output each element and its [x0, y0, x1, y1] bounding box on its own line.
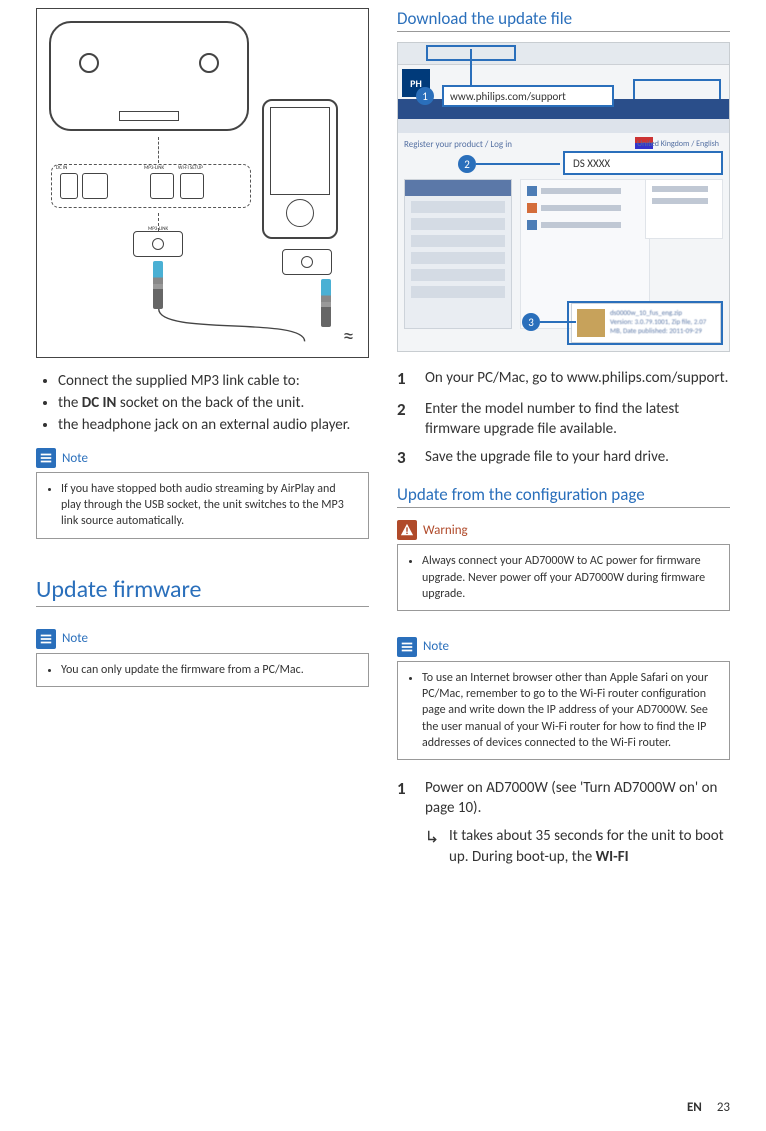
note-title: Note [62, 631, 88, 646]
callout-url: www.philips.com/support [442, 85, 614, 107]
note-mp3-link-auto: Note If you have stopped both audio stre… [36, 448, 369, 539]
note-title: Note [62, 451, 88, 466]
note-text: If you have stopped both audio streaming… [61, 481, 358, 530]
config-step-1: 1 Power on AD7000W (see 'Turn AD7000W on… [397, 778, 730, 819]
region-language-text: United Kingdom / English [637, 139, 719, 149]
footer-lang: EN [687, 1100, 702, 1115]
note-browser-ip: Note To use an Internet browser other th… [397, 637, 730, 760]
update-config-heading: Update from the configuration page [397, 484, 730, 508]
callout-badge-3: 3 [522, 313, 540, 331]
warning-ac-power: Warning Always connect your AD7000W to A… [397, 520, 730, 611]
connect-item-dc-in: the DC IN socket on the back of the unit… [58, 394, 369, 412]
warning-title: Warning [423, 523, 468, 538]
note-text: To use an Internet browser other than Ap… [422, 670, 719, 751]
connect-instructions: Connect the supplied MP3 link cable to: [36, 372, 369, 390]
connect-sublist: the DC IN socket on the back of the unit… [36, 394, 369, 434]
jack-label: MP3-LINK [148, 226, 168, 232]
download-update-heading: Download the update file [397, 8, 730, 32]
update-firmware-heading: Update firmware [36, 575, 369, 607]
note-title: Note [423, 639, 449, 654]
callout-url-text: www.philips.com/support [450, 90, 566, 103]
config-step-1-result: It takes about 35 seconds for the unit t… [427, 826, 730, 867]
connect-intro: Connect the supplied MP3 link cable to: [58, 372, 369, 390]
mp3-link-label: MP3-LINK [144, 165, 164, 171]
download-steps: 1 On your PC/Mac, go to www.philips.com/… [397, 368, 730, 470]
callout-badge-1: 1 [416, 87, 434, 105]
note-icon [36, 448, 56, 468]
warning-icon [397, 520, 417, 540]
callout-search: DS XXXX [563, 151, 723, 175]
connection-diagram: DC IN MP3-LINK WI-FI SETUP MP3-LINK ≈ [36, 8, 369, 358]
config-steps: 1 Power on AD7000W (see 'Turn AD7000W on… [397, 778, 730, 867]
warning-text: Always connect your AD7000W to AC power … [422, 553, 719, 602]
connect-item-headphone: the headphone jack on an external audio … [58, 416, 369, 434]
register-product-text: Register your product / Log in [404, 139, 512, 150]
mp3-link-jack-illustration: MP3-LINK [133, 231, 183, 257]
cable-break-symbol: ≈ [343, 322, 354, 349]
step-3: 3 Save the upgrade file to your hard dri… [397, 447, 730, 470]
callout-file-box [567, 301, 723, 345]
right-panel [645, 179, 723, 239]
callout-language-box [633, 79, 721, 101]
audio-plug-right [321, 279, 331, 327]
note-icon [397, 637, 417, 657]
mp3-player-illustration [262, 99, 338, 239]
left-column: DC IN MP3-LINK WI-FI SETUP MP3-LINK ≈ Co… [36, 8, 369, 867]
page-footer: EN 23 [687, 1100, 730, 1115]
callout-badge-2: 2 [458, 155, 476, 173]
right-column: Download the update file PH United Kingd… [397, 8, 730, 867]
callout-search-text: DS XXXX [573, 157, 610, 170]
support-website-screenshot: PH United Kingdom / English Register you… [397, 42, 730, 352]
step-2: 2 Enter the model number to find the lat… [397, 399, 730, 440]
headphone-jack-illustration [282, 249, 332, 275]
left-nav-panel [404, 179, 512, 329]
result-arrow-icon [427, 826, 441, 867]
speaker-illustration [49, 21, 249, 131]
footer-page-number: 23 [717, 1100, 730, 1115]
note-text: You can only update the firmware from a … [61, 662, 358, 678]
note-firmware-pc-mac: Note You can only update the firmware fr… [36, 629, 369, 687]
back-panel-illustration: DC IN MP3-LINK WI-FI SETUP [51, 164, 251, 208]
dc-in-label: DC IN [56, 165, 67, 171]
step-1: 1 On your PC/Mac, go to www.philips.com/… [397, 368, 730, 391]
note-icon [36, 629, 56, 649]
audio-cable [155, 309, 314, 345]
wifi-setup-label: WI-FI SETUP [178, 165, 203, 171]
audio-plug-left [153, 261, 163, 309]
